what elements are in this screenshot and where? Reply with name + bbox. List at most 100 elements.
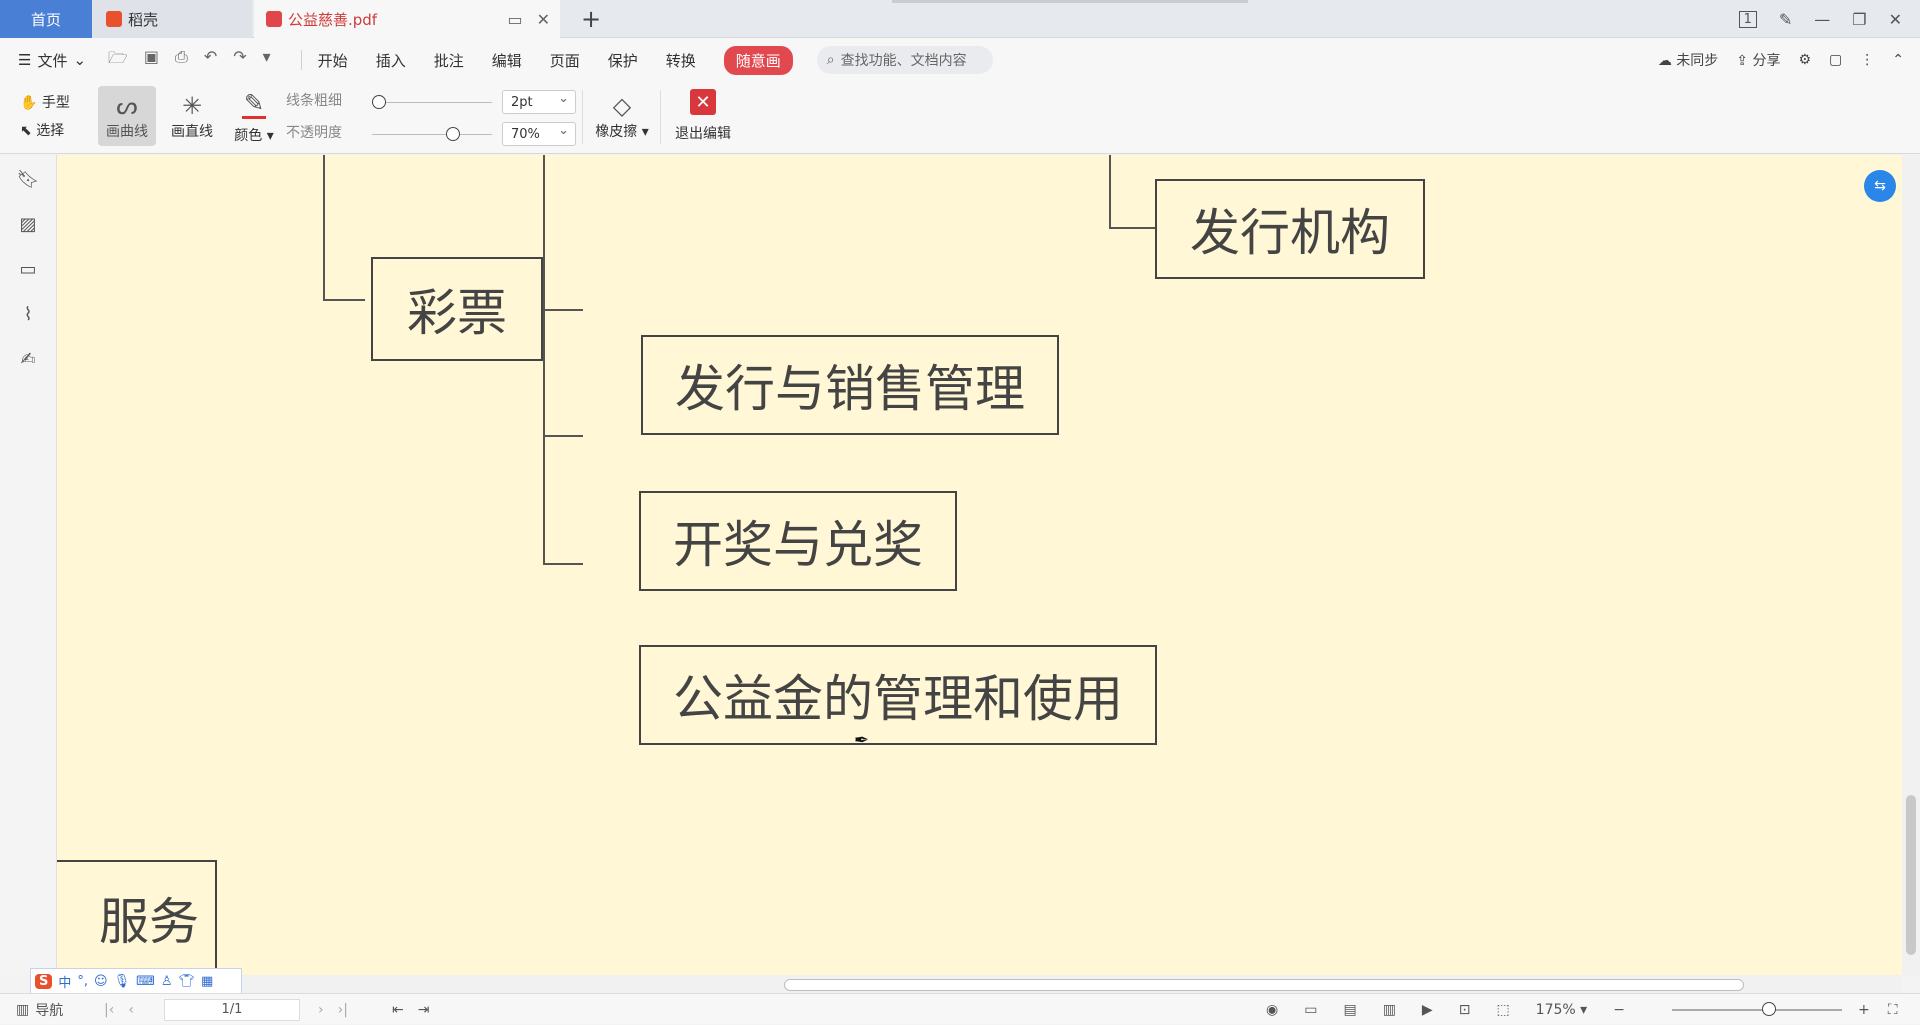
menu-start[interactable]: 开始 bbox=[318, 50, 348, 71]
mindmap-node: 发行机构 bbox=[1155, 179, 1425, 279]
back-icon[interactable]: ⇤ bbox=[392, 1002, 404, 1018]
minimize-icon[interactable]: — bbox=[1814, 10, 1830, 29]
opacity-knob[interactable] bbox=[446, 127, 460, 141]
connector-line bbox=[543, 435, 583, 437]
page-view-icon[interactable]: 1 bbox=[1738, 10, 1757, 28]
more-icon[interactable]: ▾ bbox=[263, 47, 271, 74]
translate-float-icon[interactable]: ⇆ bbox=[1864, 170, 1896, 202]
vertical-scrollbar[interactable] bbox=[1902, 155, 1920, 975]
sogou-logo: S bbox=[35, 973, 53, 989]
horizontal-scrollbar[interactable] bbox=[57, 975, 1902, 993]
connector-line bbox=[1109, 227, 1161, 229]
image-icon[interactable]: ▨ bbox=[19, 214, 36, 235]
forward-icon[interactable]: ⇥ bbox=[418, 1002, 430, 1018]
emoji-icon[interactable]: ☺ bbox=[94, 974, 108, 989]
hand-tool[interactable]: ✋ 手型 bbox=[20, 92, 70, 112]
zoom-slider[interactable] bbox=[1672, 1001, 1842, 1016]
share-button[interactable]: ⇪ 分享 bbox=[1736, 50, 1780, 70]
skin-icon[interactable]: 👕︎ bbox=[179, 974, 196, 989]
sync-status[interactable]: ☁ 未同步 bbox=[1658, 50, 1718, 70]
single-page-icon[interactable]: ▭ bbox=[1304, 1002, 1317, 1018]
tab-document[interactable]: 公益慈善.pdf ▭ ✕ bbox=[254, 0, 560, 38]
opacity-slider[interactable] bbox=[372, 127, 492, 141]
keyboard-icon[interactable]: ⌨ bbox=[136, 974, 155, 989]
nav-toggle[interactable]: ▥ 导航 bbox=[16, 994, 63, 1025]
draw-curve-button[interactable]: ᔕ 画曲线 bbox=[98, 86, 156, 146]
vertical-scroll-thumb[interactable] bbox=[1906, 795, 1916, 955]
toolbox-icon[interactable]: ▦ bbox=[201, 974, 213, 989]
new-tab-button[interactable]: + bbox=[580, 0, 602, 38]
continuous-page-icon[interactable]: ▤ bbox=[1343, 1002, 1356, 1018]
zoom-out-icon[interactable]: − bbox=[1613, 1002, 1625, 1018]
zoom-knob[interactable] bbox=[1762, 1001, 1776, 1016]
user-icon[interactable]: ♙ bbox=[161, 974, 173, 989]
last-page-icon[interactable]: ›| bbox=[338, 1002, 348, 1018]
attachment-icon[interactable]: ⌇ bbox=[24, 304, 33, 325]
opacity-select[interactable]: 70% bbox=[502, 122, 576, 146]
collapse-icon[interactable]: ⌃ bbox=[1892, 52, 1904, 68]
next-page-icon[interactable]: › bbox=[318, 1002, 324, 1018]
first-page-icon[interactable]: |‹ bbox=[104, 1002, 114, 1018]
draw-line-button[interactable]: ✳ 画直线 bbox=[162, 86, 222, 146]
zoom-in-icon[interactable]: + bbox=[1858, 1002, 1870, 1018]
document-canvas[interactable]: 发行机构 彩票 发行与销售管理 开奖与兑奖 公益金的管理和使用 服务 bbox=[57, 155, 1902, 975]
connector-line bbox=[543, 155, 545, 565]
menu-annotate[interactable]: 批注 bbox=[434, 50, 464, 71]
print-icon[interactable]: ⎙ bbox=[175, 47, 188, 74]
dual-page-icon[interactable]: ▥ bbox=[1383, 1002, 1396, 1018]
close-window-icon[interactable]: ✕ bbox=[1889, 10, 1902, 29]
menu-bar: ☰ 文件 ⌄ 🗁 ▣ ⎙ ↶ ↷ ▾ 开始 插入 批注 编辑 页面 保护 转换 … bbox=[0, 38, 1920, 82]
zoom-level[interactable]: 175% ▾ bbox=[1536, 1002, 1588, 1018]
save-icon[interactable]: ▣ bbox=[144, 47, 159, 74]
page-number-input[interactable]: 1/1 bbox=[164, 998, 300, 1021]
ime-toolbar[interactable]: S 中 °, ☺ 🎙︎ ⌨ ♙ 👕︎ ▦ bbox=[30, 968, 242, 994]
thickness-select[interactable]: 2pt bbox=[502, 90, 576, 114]
prev-page-icon[interactable]: ‹ bbox=[128, 1002, 134, 1018]
redo-icon[interactable]: ↷ bbox=[233, 47, 246, 74]
mindmap-node: 彩票 bbox=[371, 257, 543, 361]
select-tool[interactable]: ⬉ 选择 bbox=[20, 120, 64, 140]
menu-convert[interactable]: 转换 bbox=[666, 50, 696, 71]
comment-icon[interactable]: ▢ bbox=[1829, 52, 1842, 68]
signature-icon[interactable]: ✍ bbox=[20, 349, 35, 370]
fit-page-icon[interactable]: ⬚ bbox=[1496, 1002, 1509, 1018]
color-picker-button[interactable]: ✎ 颜色 ▾ bbox=[228, 86, 280, 146]
pen-icon[interactable]: ✎ bbox=[1779, 10, 1792, 29]
thickness-slider[interactable] bbox=[372, 95, 492, 109]
fullscreen-icon[interactable]: ⛶ bbox=[1888, 1002, 1898, 1018]
eraser-button[interactable]: ◇ 橡皮擦 ▾ bbox=[590, 86, 654, 146]
color-swatch bbox=[242, 115, 266, 119]
eye-icon[interactable]: ◉ bbox=[1266, 1002, 1278, 1018]
connector-line bbox=[1109, 155, 1111, 229]
mic-icon[interactable]: 🎙︎ bbox=[114, 974, 131, 989]
bookmark-icon[interactable]: 🔖︎ bbox=[17, 169, 40, 190]
horizontal-scroll-thumb[interactable] bbox=[784, 979, 1744, 991]
ime-mode[interactable]: 中 bbox=[58, 972, 71, 991]
menu-protect[interactable]: 保护 bbox=[608, 50, 638, 71]
punctuation-icon[interactable]: °, bbox=[77, 974, 88, 989]
curve-icon: ᔕ bbox=[116, 92, 138, 120]
undo-icon[interactable]: ↶ bbox=[204, 47, 217, 74]
search-icon: ⌕ bbox=[826, 52, 835, 68]
comment-panel-icon[interactable]: ▭ bbox=[19, 259, 36, 280]
restore-icon[interactable]: ❐ bbox=[1852, 10, 1866, 29]
play-icon[interactable]: ▶ bbox=[1422, 1002, 1433, 1018]
menu-freehand-draw[interactable]: 随意画 bbox=[723, 45, 793, 75]
file-menu[interactable]: ☰ 文件 ⌄ bbox=[18, 50, 86, 71]
menu-edit[interactable]: 编辑 bbox=[492, 50, 522, 71]
left-sidebar: 🔖︎ ▨ ▭ ⌇ ✍ bbox=[0, 155, 57, 975]
tab-daoke[interactable]: 稻壳 bbox=[92, 0, 252, 38]
actual-size-icon[interactable]: ⊡ bbox=[1459, 1002, 1471, 1018]
thickness-knob[interactable] bbox=[372, 95, 386, 109]
search-input[interactable]: ⌕ 查找功能、文档内容 bbox=[816, 46, 993, 74]
close-tab-icon[interactable]: ✕ bbox=[537, 10, 550, 29]
exit-edit-button[interactable]: ✕ 退出编辑 bbox=[668, 86, 738, 146]
menu-page[interactable]: 页面 bbox=[550, 50, 580, 71]
tab-home[interactable]: 首页 bbox=[0, 0, 92, 38]
menu-insert[interactable]: 插入 bbox=[376, 50, 406, 71]
open-icon[interactable]: 🗁 bbox=[108, 47, 128, 74]
more-vertical-icon[interactable]: ⋮ bbox=[1860, 52, 1874, 68]
pin-window-icon[interactable]: ▭ bbox=[507, 10, 522, 29]
mindmap-node: 发行与销售管理 bbox=[641, 335, 1059, 435]
settings-icon[interactable]: ⚙ bbox=[1798, 52, 1811, 68]
